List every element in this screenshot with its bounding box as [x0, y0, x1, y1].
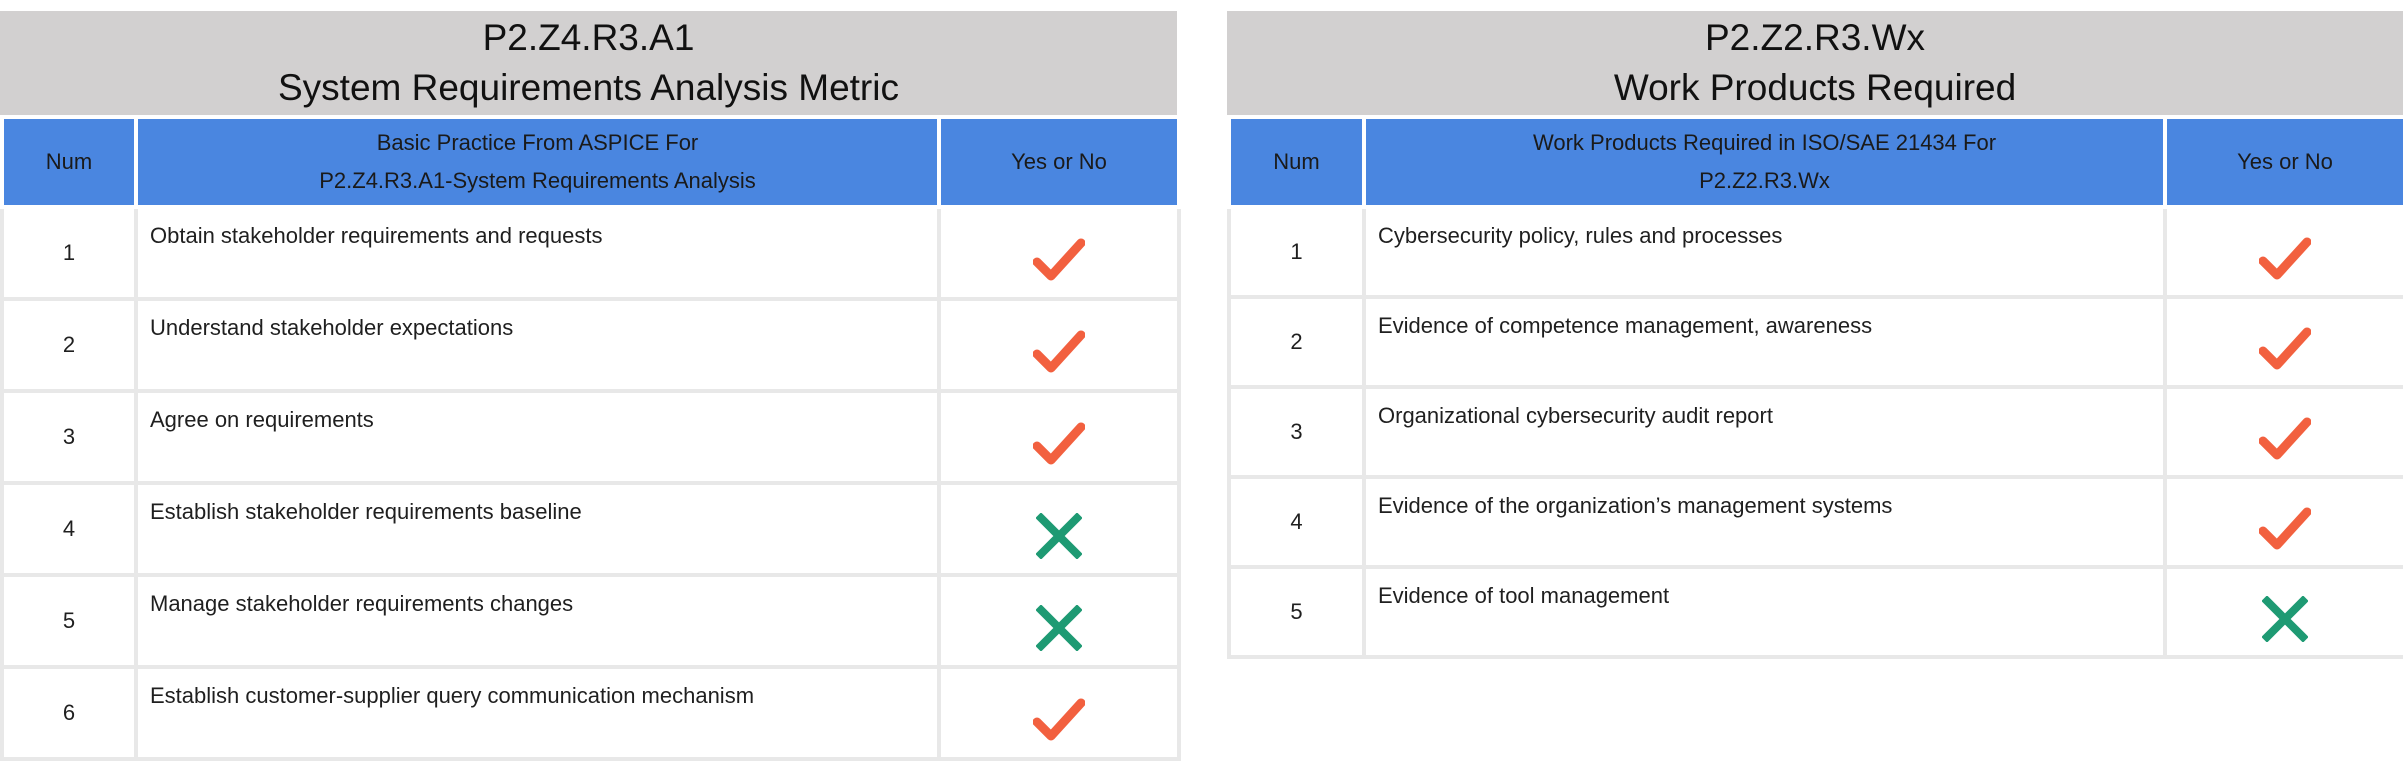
left-metric-table: Num Basic Practice From ASPICE For P2.Z4…: [0, 115, 1181, 761]
check-icon: [2259, 507, 2311, 550]
row-description: Evidence of the organization’s managemen…: [1362, 475, 2167, 569]
left-header-practice: Basic Practice From ASPICE For P2.Z4.R3.…: [134, 115, 941, 209]
row-description: Evidence of competence management, aware…: [1362, 295, 2167, 389]
row-description: Organizational cybersecurity audit repor…: [1362, 385, 2167, 479]
row-num: 1: [1227, 205, 1366, 299]
right-title-block: P2.Z2.R3.Wx Work Products Required: [1227, 11, 2403, 115]
table-row: 2 Understand stakeholder expectations: [0, 297, 1181, 393]
table-row: 4 Evidence of the organization’s manageme…: [1227, 475, 2403, 569]
left-header-yes-no: Yes or No: [937, 115, 1181, 209]
right-title-code: P2.Z2.R3.Wx: [1705, 17, 1925, 58]
table-row: 2 Evidence of competence management, awar…: [1227, 295, 2403, 389]
right-title-text: Work Products Required: [1613, 67, 2017, 108]
table-row: 6 Establish customer-supplier query commu…: [0, 665, 1181, 761]
row-num: 4: [0, 481, 138, 577]
left-header-practice-line2: P2.Z4.R3.A1-System Requirements Analysis: [319, 168, 756, 193]
check-icon: [1033, 238, 1085, 281]
row-num: 3: [0, 389, 138, 485]
left-title-block: P2.Z4.R3.A1 System Requirements Analysis…: [0, 11, 1177, 115]
row-status: [937, 665, 1181, 761]
row-description: Cybersecurity policy, rules and processe…: [1362, 205, 2167, 299]
left-metric-panel: P2.Z4.R3.A1 System Requirements Analysis…: [0, 11, 1181, 761]
row-description: Agree on requirements: [134, 389, 941, 485]
left-table-body: 1 Obtain stakeholder requirements and req…: [0, 205, 1181, 761]
left-title-code: P2.Z4.R3.A1: [482, 17, 695, 58]
cross-icon: [1036, 513, 1082, 559]
right-header-practice: Work Products Required in ISO/SAE 21434 …: [1362, 115, 2167, 209]
left-title-text: System Requirements Analysis Metric: [278, 67, 899, 108]
right-work-products-panel: P2.Z2.R3.Wx Work Products Required Num W…: [1227, 11, 2403, 659]
row-num: 2: [0, 297, 138, 393]
row-status: [2163, 205, 2403, 299]
row-status: [937, 481, 1181, 577]
table-row: 1 Obtain stakeholder requirements and req…: [0, 205, 1181, 301]
row-status: [2163, 385, 2403, 479]
left-header-num: Num: [0, 115, 138, 209]
row-num: 5: [1227, 565, 1366, 659]
row-description: Obtain stakeholder requirements and requ…: [134, 205, 941, 301]
left-header-practice-line1: Basic Practice From ASPICE For: [376, 130, 699, 155]
row-num: 6: [0, 665, 138, 761]
left-header-row: Num Basic Practice From ASPICE For P2.Z4…: [0, 115, 1181, 209]
check-icon: [2259, 327, 2311, 370]
row-num: 3: [1227, 385, 1366, 479]
right-header-yes-no: Yes or No: [2163, 115, 2403, 209]
row-description: Establish stakeholder requirements basel…: [134, 481, 941, 577]
row-status: [937, 205, 1181, 301]
row-num: 1: [0, 205, 138, 301]
row-description: Establish customer-supplier query commun…: [134, 665, 941, 761]
cross-icon: [1036, 605, 1082, 651]
right-header-num: Num: [1227, 115, 1366, 209]
table-row: 4 Establish stakeholder requirements base…: [0, 481, 1181, 577]
row-num: 2: [1227, 295, 1366, 389]
row-status: [2163, 475, 2403, 569]
check-icon: [1033, 330, 1085, 373]
right-header-practice-line1: Work Products Required in ISO/SAE 21434 …: [1532, 130, 1997, 155]
row-description: Evidence of tool management: [1362, 565, 2167, 659]
table-row: 3 Agree on requirements: [0, 389, 1181, 485]
row-status: [937, 389, 1181, 485]
row-num: 4: [1227, 475, 1366, 569]
check-icon: [1033, 698, 1085, 741]
check-icon: [1033, 422, 1085, 465]
right-header-practice-line2: P2.Z2.R3.Wx: [1699, 168, 1830, 193]
row-status: [2163, 565, 2403, 659]
table-row: 3 Organizational cybersecurity audit repo…: [1227, 385, 2403, 479]
row-status: [937, 297, 1181, 393]
table-row: 1 Cybersecurity policy, rules and process…: [1227, 205, 2403, 299]
right-header-row: Num Work Products Required in ISO/SAE 21…: [1227, 115, 2403, 209]
row-description: Understand stakeholder expectations: [134, 297, 941, 393]
row-status: [937, 573, 1181, 669]
row-status: [2163, 295, 2403, 389]
cross-icon: [2262, 596, 2308, 642]
row-num: 5: [0, 573, 138, 669]
row-description: Manage stakeholder requirements changes: [134, 573, 941, 669]
table-row: 5 Evidence of tool management: [1227, 565, 2403, 659]
check-icon: [2259, 417, 2311, 460]
check-icon: [2259, 237, 2311, 280]
right-work-products-table: Num Work Products Required in ISO/SAE 21…: [1227, 115, 2403, 659]
right-table-body: 1 Cybersecurity policy, rules and process…: [1227, 205, 2403, 659]
table-row: 5 Manage stakeholder requirements changes: [0, 573, 1181, 669]
